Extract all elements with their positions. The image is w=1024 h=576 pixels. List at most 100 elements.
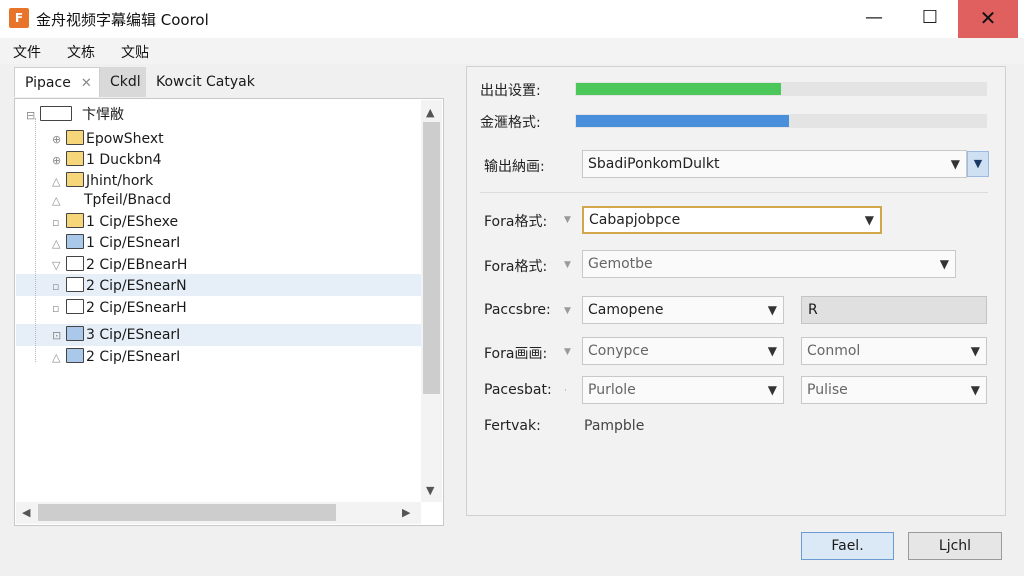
folder-icon [66, 234, 84, 249]
row-label: Fora画画: [484, 346, 548, 362]
expand-icon: ▽ [52, 259, 61, 272]
row-label: Pacesbat: [484, 382, 552, 398]
tree-item-selected[interactable]: ⊡ 3 Cip/ESnearI [52, 325, 180, 345]
dropdown-button[interactable]: ▼ [967, 151, 989, 177]
tree-item[interactable]: △ 2 Cip/ESnearI [52, 347, 180, 367]
combo-value: Conypce [588, 343, 649, 359]
output-path-combo[interactable]: SbadiPonkomDulkt ▼ [582, 150, 967, 178]
format-progress-fill [576, 115, 789, 127]
expand-icon: ▫ [52, 216, 60, 229]
output-progress-fill [576, 83, 781, 95]
menu-edit[interactable]: 文栋 [67, 42, 95, 62]
menu-view[interactable]: 文贴 [121, 42, 149, 62]
divider [480, 192, 988, 193]
tree-item-label: 2 Cip/ESnearI [86, 349, 181, 365]
tree-item-label: 2 Cip/ESnearN [86, 278, 187, 294]
tree-item[interactable]: ▫ 2 Cip/ESnearH [52, 298, 187, 318]
window-title: 金舟视频字幕编辑 Coorol [36, 11, 209, 29]
picture-combo[interactable]: Conypce ▼ [582, 337, 784, 365]
menu-bar [0, 38, 1024, 64]
small-dropdown-icon[interactable]: · [564, 386, 567, 396]
expand-icon: ⊕ [52, 154, 62, 167]
tab-pipace[interactable]: Pipace ✕ [14, 67, 100, 97]
tree-root-label: 卞悍敝 [82, 107, 124, 123]
ok-button[interactable]: Fael. [801, 532, 894, 560]
tree-item[interactable]: ▫ 1 Cip/EShexe [52, 212, 178, 232]
scroll-down-icon[interactable]: ▼ [426, 484, 434, 497]
tree-item-selected[interactable]: ▫ 2 Cip/ESnearN [52, 276, 187, 296]
folder-icon [66, 213, 84, 228]
combo-value: Gemotbe [588, 256, 653, 272]
vertical-scroll-thumb[interactable] [423, 122, 440, 394]
app-logo-icon: F [9, 8, 29, 28]
pace-combo[interactable]: Purlole ▼ [582, 376, 784, 404]
combo-value: Purlole [588, 382, 636, 398]
tree-item-label: 1 Duckbn4 [86, 152, 162, 168]
scroll-right-icon[interactable]: ▶ [402, 506, 410, 519]
maximize-button[interactable]: ☐ [902, 0, 958, 38]
output-path-value: SbadiPonkomDulkt [588, 156, 720, 172]
close-button[interactable]: ✕ [958, 0, 1018, 38]
folder-icon [66, 130, 84, 145]
chevron-down-icon: ▼ [939, 257, 949, 271]
picture-combo-2[interactable]: Conmol ▼ [801, 337, 987, 365]
output-path-label: 输出納画: [484, 159, 545, 175]
tree-item-label: 1 Cip/EShexe [86, 214, 179, 230]
small-dropdown-icon[interactable]: ▼ [564, 347, 571, 357]
pace-combo-2[interactable]: Pulise ▼ [801, 376, 987, 404]
tree-item-label: 1 Cip/ESnearI [86, 235, 181, 251]
folder-icon [66, 151, 84, 166]
scroll-up-icon[interactable]: ▲ [426, 106, 434, 119]
small-dropdown-icon[interactable]: ▼ [564, 306, 571, 316]
chevron-down-icon: ▼ [864, 213, 874, 227]
settings-panel [466, 66, 1006, 516]
tree-item-label: EpowShext [86, 131, 164, 147]
expand-icon: ▫ [52, 280, 60, 293]
folder-icon [66, 256, 84, 271]
expand-icon: △ [52, 237, 61, 250]
chevron-down-icon: ▼ [767, 344, 777, 358]
tree-item[interactable]: △ Jhint/hork [52, 171, 153, 191]
horizontal-scroll-thumb[interactable] [38, 504, 336, 521]
small-dropdown-icon[interactable]: ▼ [564, 260, 571, 270]
preset-textbox[interactable]: R [801, 296, 987, 324]
expand-icon: △ [52, 175, 61, 188]
small-dropdown-icon[interactable]: ▼ [564, 215, 571, 225]
chevron-down-icon: ▼ [767, 383, 777, 397]
tree-item[interactable]: ⊕ EpowShext [52, 129, 164, 149]
chevron-down-icon: ▼ [970, 383, 980, 397]
combo-value: Camopene [588, 302, 664, 318]
folder-icon [66, 348, 84, 363]
chevron-down-icon: ▼ [950, 157, 960, 171]
tree-item-label: 2 Cip/EBnearH [86, 257, 188, 273]
combo-value: Conmol [807, 343, 861, 359]
collapse-icon[interactable]: ⊟ [26, 106, 40, 126]
tree-item[interactable]: △ 1 Cip/ESnearI [52, 233, 180, 253]
preset-combo[interactable]: Camopene ▼ [582, 296, 784, 324]
drive-icon [40, 106, 72, 121]
tree-item[interactable]: △ Tpfeil/Bnacd [52, 190, 171, 210]
scroll-left-icon[interactable]: ◀ [22, 506, 30, 519]
cancel-button[interactable]: Ljchl [908, 532, 1002, 560]
format-combo-focused[interactable]: Cabapjobpce ▼ [582, 206, 882, 234]
tab-kowcit[interactable]: Kowcit Catyak [146, 67, 276, 97]
expand-icon: ⊕ [52, 133, 62, 146]
combo-value: Cabapjobpce [589, 212, 681, 228]
folder-icon [66, 299, 84, 314]
footer-label: Fertvak: [484, 418, 541, 434]
minimize-button[interactable]: — [846, 0, 902, 38]
folder-icon [66, 326, 84, 341]
tree-item-label: Tpfeil/Bnacd [84, 192, 172, 208]
tab-ckdl[interactable]: Ckdl [100, 67, 146, 97]
chevron-down-icon: ▼ [970, 344, 980, 358]
row-label: Paccsbre: [484, 302, 551, 318]
chevron-down-icon: ▼ [767, 303, 777, 317]
tree-item[interactable]: ▽ 2 Cip/EBnearH [52, 255, 187, 275]
tab-close-icon[interactable]: ✕ [81, 76, 92, 91]
row-label: Fora格式: [484, 214, 548, 230]
menu-file[interactable]: 文件 [13, 42, 41, 62]
tab-label: Pipace [25, 75, 71, 91]
tree-item[interactable]: ⊕ 1 Duckbn4 [52, 150, 161, 170]
tree-root[interactable]: ⊟ 卞悍敝 [26, 105, 124, 125]
format-combo[interactable]: Gemotbe ▼ [582, 250, 956, 278]
